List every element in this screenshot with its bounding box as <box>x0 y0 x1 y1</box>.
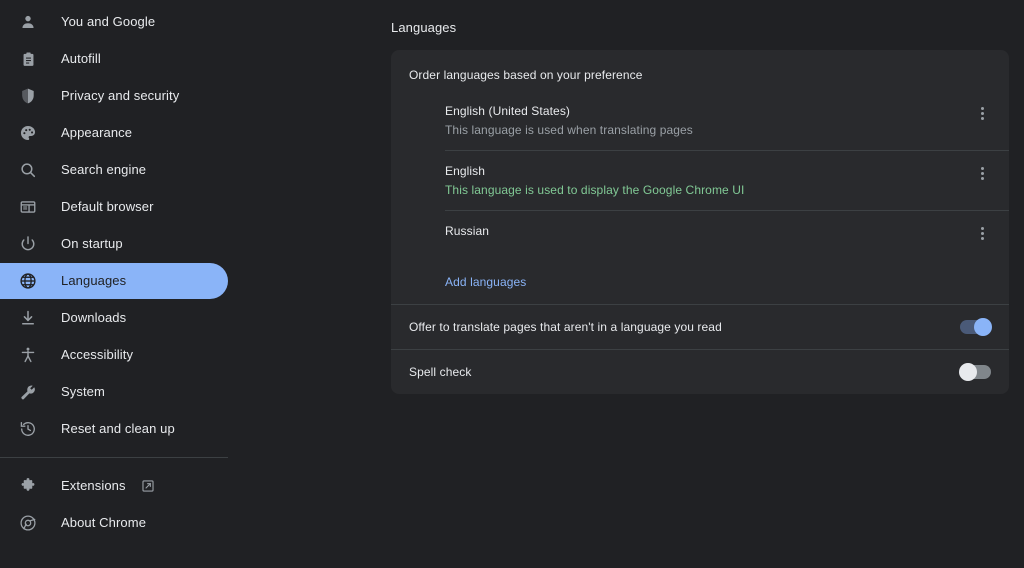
chrome-settings-window: You and Google Autofill Privacy and secu… <box>0 0 1024 568</box>
sidebar-item-label: Privacy and security <box>61 88 179 104</box>
language-texts: Russian <box>445 211 973 251</box>
add-languages-link[interactable]: Add languages <box>445 262 526 304</box>
offer-to-translate-toggle[interactable] <box>960 320 991 334</box>
more-vert-icon[interactable] <box>973 164 991 182</box>
sidebar-item-label: Reset and clean up <box>61 421 175 437</box>
sidebar-item-label: About Chrome <box>61 515 146 531</box>
sidebar-item-label: Search engine <box>61 162 146 178</box>
wrench-icon <box>18 382 38 402</box>
languages-card: Order languages based on your preference… <box>391 50 1009 394</box>
more-vert-icon[interactable] <box>973 224 991 242</box>
shield-icon <box>18 86 38 106</box>
settings-sidebar: You and Google Autofill Privacy and secu… <box>0 0 228 568</box>
sidebar-item-about-chrome[interactable]: About Chrome <box>0 505 228 541</box>
more-vert-icon[interactable] <box>973 104 991 122</box>
clipboard-icon <box>18 49 38 69</box>
language-subtitle: This language is used to display the Goo… <box>445 181 973 199</box>
external-link-icon <box>141 479 156 494</box>
sidebar-item-label: Accessibility <box>61 347 133 363</box>
spell-check-row[interactable]: Spell check <box>391 349 1009 394</box>
toggle-label: Spell check <box>409 364 471 380</box>
sidebar-item-label: Autofill <box>61 51 101 67</box>
browser-window-icon <box>18 197 38 217</box>
sidebar-item-label: On startup <box>61 236 123 252</box>
toggle-knob <box>959 363 977 381</box>
language-list: English (United States) This language is… <box>391 83 1009 262</box>
sidebar-divider <box>0 457 228 458</box>
dot <box>981 237 984 240</box>
sidebar-item-label: You and Google <box>61 14 155 30</box>
sidebar-item-system[interactable]: System <box>0 374 228 410</box>
sidebar-item-label: Languages <box>61 273 126 289</box>
card-header: Order languages based on your preference <box>391 50 1009 83</box>
dot <box>981 227 984 230</box>
sidebar-item-label: Appearance <box>61 125 132 141</box>
settings-main: Languages Order languages based on your … <box>228 0 1024 568</box>
dot <box>981 112 984 115</box>
sidebar-item-accessibility[interactable]: Accessibility <box>0 337 228 373</box>
page-title: Languages <box>391 19 456 37</box>
language-texts: English (United States) This language is… <box>445 91 973 150</box>
person-icon <box>18 12 38 32</box>
palette-icon <box>18 123 38 143</box>
chrome-logo-icon <box>18 513 38 533</box>
dot <box>981 117 984 120</box>
globe-icon <box>18 271 38 291</box>
sidebar-item-label: Default browser <box>61 199 154 215</box>
sidebar-item-default-browser[interactable]: Default browser <box>0 189 228 225</box>
sidebar-item-downloads[interactable]: Downloads <box>0 300 228 336</box>
dot <box>981 107 984 110</box>
language-row[interactable]: English (United States) This language is… <box>445 91 1009 150</box>
sidebar-item-search-engine[interactable]: Search engine <box>0 152 228 188</box>
accessibility-icon <box>18 345 38 365</box>
sidebar-item-label: Extensions <box>61 478 126 494</box>
dot <box>981 167 984 170</box>
toggle-knob <box>974 318 992 336</box>
sidebar-item-reset-and-clean-up[interactable]: Reset and clean up <box>0 411 228 447</box>
sidebar-item-extensions[interactable]: Extensions <box>0 468 228 504</box>
sidebar-item-appearance[interactable]: Appearance <box>0 115 228 151</box>
sidebar-item-languages[interactable]: Languages <box>0 263 228 299</box>
sidebar-item-you-and-google[interactable]: You and Google <box>0 4 228 40</box>
language-name: English <box>445 162 973 180</box>
search-icon <box>18 160 38 180</box>
puzzle-icon <box>18 476 38 496</box>
dot <box>981 172 984 175</box>
sidebar-item-on-startup[interactable]: On startup <box>0 226 228 262</box>
power-icon <box>18 234 38 254</box>
sidebar-item-privacy-and-security[interactable]: Privacy and security <box>0 78 228 114</box>
history-restore-icon <box>18 419 38 439</box>
language-row[interactable]: Russian <box>445 210 1009 262</box>
dot <box>981 232 984 235</box>
language-row[interactable]: English This language is used to display… <box>445 150 1009 210</box>
download-icon <box>18 308 38 328</box>
language-name: Russian <box>445 222 973 240</box>
toggle-label: Offer to translate pages that aren't in … <box>409 319 722 335</box>
language-texts: English This language is used to display… <box>445 151 973 210</box>
language-name: English (United States) <box>445 102 973 120</box>
sidebar-item-autofill[interactable]: Autofill <box>0 41 228 77</box>
spell-check-toggle[interactable] <box>960 365 991 379</box>
sidebar-item-label: Downloads <box>61 310 126 326</box>
language-subtitle: This language is used when translating p… <box>445 121 973 139</box>
dot <box>981 177 984 180</box>
offer-to-translate-row[interactable]: Offer to translate pages that aren't in … <box>391 304 1009 349</box>
sidebar-item-label: System <box>61 384 105 400</box>
